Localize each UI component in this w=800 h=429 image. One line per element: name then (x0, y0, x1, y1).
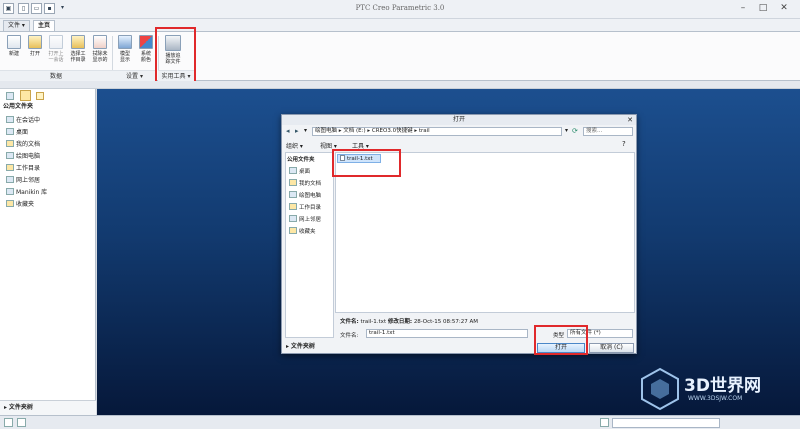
path-field[interactable]: 绘图电脑 ▸ 文档 (E:) ▸ CREO3.0快捷键 ▸ trail (312, 127, 562, 136)
new-icon (7, 35, 21, 49)
dialog-sidebar-header: 公用文件夹 (287, 157, 315, 163)
highlight-box (332, 149, 401, 177)
common-folders-header: 公用文件夹 (3, 103, 34, 110)
left-item-in-session[interactable]: 在会话中 (6, 115, 40, 126)
path-dropdown-icon[interactable]: ▾ (565, 127, 568, 134)
title-bar: ▣ ▯ ▭ ▪ ▾ PTC Creo Parametric 3.0 – □ ✕ (0, 0, 800, 19)
model-display-button[interactable]: 模型 显示 (114, 34, 136, 68)
dlg-side-desktop[interactable]: 桌面 (289, 167, 310, 175)
navigator-toggle-icon[interactable] (4, 418, 13, 427)
favorites-folder-icon (6, 200, 14, 207)
system-colors-icon (139, 35, 153, 49)
system-colors-button[interactable]: 系统 颜色 (135, 34, 157, 68)
desktop-icon (289, 167, 297, 174)
left-item-computer[interactable]: 绘图电脑 (6, 151, 40, 162)
close-icon[interactable]: ✕ (776, 2, 792, 15)
desktop-icon (6, 128, 14, 135)
documents-icon (6, 140, 14, 147)
open-dialog: 打开 ✕ ◂ ▸ ▾ 绘图电脑 ▸ 文档 (E:) ▸ CREO3.0快捷键 ▸… (281, 114, 637, 355)
left-item-network[interactable]: 网上邻居 (6, 175, 40, 186)
erase-not-displayed-button[interactable]: 拭除未 显示的 (89, 34, 111, 68)
tab-home[interactable]: 主页 (33, 20, 56, 31)
eraser-icon (93, 35, 107, 49)
open-session-icon (49, 35, 63, 49)
status-bar (0, 415, 800, 429)
left-item-favorites[interactable]: 收藏夹 (6, 199, 34, 210)
open-last-session-button[interactable]: 打开上 一会话 (45, 34, 67, 68)
dlg-side-computer[interactable]: 绘图电脑 (289, 191, 321, 199)
working-dir-icon (289, 203, 297, 210)
watermark-url: WWW.3DSJW.COM (688, 395, 743, 402)
ribbon-tabs: 文件 ▾ 主页 (0, 19, 800, 31)
cancel-button[interactable]: 取消 (C) (589, 343, 634, 353)
computer-icon (6, 152, 14, 159)
left-item-working-dir[interactable]: 工作目录 (6, 163, 40, 174)
session-icon (6, 116, 14, 123)
help-icon[interactable]: ? (622, 140, 626, 148)
search-input[interactable]: 搜索... (583, 127, 633, 136)
left-item-my-documents[interactable]: 我的文档 (6, 139, 40, 150)
dialog-folder-tree-toggle[interactable]: ▸ 文件夹树 (286, 341, 315, 350)
favorites-icon[interactable] (36, 92, 44, 100)
tab-file[interactable]: 文件 ▾ (3, 20, 30, 31)
folder-open-icon (28, 35, 42, 49)
dialog-close-icon[interactable]: ✕ (627, 115, 633, 125)
panel-strip (0, 81, 800, 89)
favorites-folder-icon (289, 227, 297, 234)
highlight-box (155, 27, 196, 88)
minimize-icon[interactable]: – (735, 2, 751, 15)
dlg-side-working-dir[interactable]: 工作目录 (289, 203, 321, 211)
group-settings[interactable]: 设置 ▾ (112, 70, 157, 81)
select-working-dir-button[interactable]: 选择工 作目录 (67, 34, 89, 68)
back-icon[interactable]: ◂ (286, 127, 290, 135)
network-icon (6, 176, 14, 183)
smart-filter-dropdown[interactable] (612, 418, 720, 428)
open-button[interactable]: 打开 (24, 34, 46, 68)
highlight-box (534, 325, 588, 355)
ribbon: 新建 打开 打开上 一会话 选择工 作目录 拭除未 显示的 模型 显示 系统 颜… (0, 31, 800, 81)
maximize-icon[interactable]: □ (755, 2, 771, 15)
left-item-manikin[interactable]: Manikin 库 (6, 187, 47, 198)
dlg-side-favorites[interactable]: 收藏夹 (289, 227, 316, 235)
group-data: 数据 (0, 70, 112, 81)
refresh-icon[interactable]: ⟳ (572, 127, 578, 135)
model-display-icon (118, 35, 132, 49)
model-tree-icon[interactable] (6, 92, 14, 100)
network-icon (289, 215, 297, 222)
file-info: 文件名: trail-1.txt 修改日期: 28-Oct-15 08:57:2… (340, 319, 478, 325)
dialog-title: 打开 (282, 115, 636, 125)
new-button[interactable]: 新建 (3, 34, 25, 68)
window-title: PTC Creo Parametric 3.0 (355, 4, 445, 12)
watermark-text: 3D世界网 (684, 376, 761, 396)
dlg-side-network[interactable]: 网上邻居 (289, 215, 321, 223)
working-dir-icon (6, 164, 14, 171)
manikin-icon (6, 188, 14, 195)
computer-icon (289, 191, 297, 198)
dlg-side-documents[interactable]: 我的文档 (289, 179, 321, 187)
left-item-desktop[interactable]: 桌面 (6, 127, 28, 138)
filename-label: 文件名: (340, 333, 359, 339)
folder-tree-toggle[interactable]: ▸ 文件夹树 (0, 400, 96, 415)
selection-filter-icon[interactable] (600, 418, 609, 427)
history-dropdown-icon[interactable]: ▾ (304, 127, 307, 134)
watermark: 3D世界网 WWW.3DSJW.COM (638, 367, 788, 413)
organize-menu[interactable]: 组织 ▾ (286, 141, 303, 150)
folder-browser-icon[interactable] (20, 90, 31, 101)
working-dir-icon (71, 35, 85, 49)
browser-toggle-icon[interactable] (17, 418, 26, 427)
filename-input[interactable]: trail-1.txt (366, 329, 528, 338)
documents-icon (289, 179, 297, 186)
forward-icon[interactable]: ▸ (295, 127, 299, 135)
